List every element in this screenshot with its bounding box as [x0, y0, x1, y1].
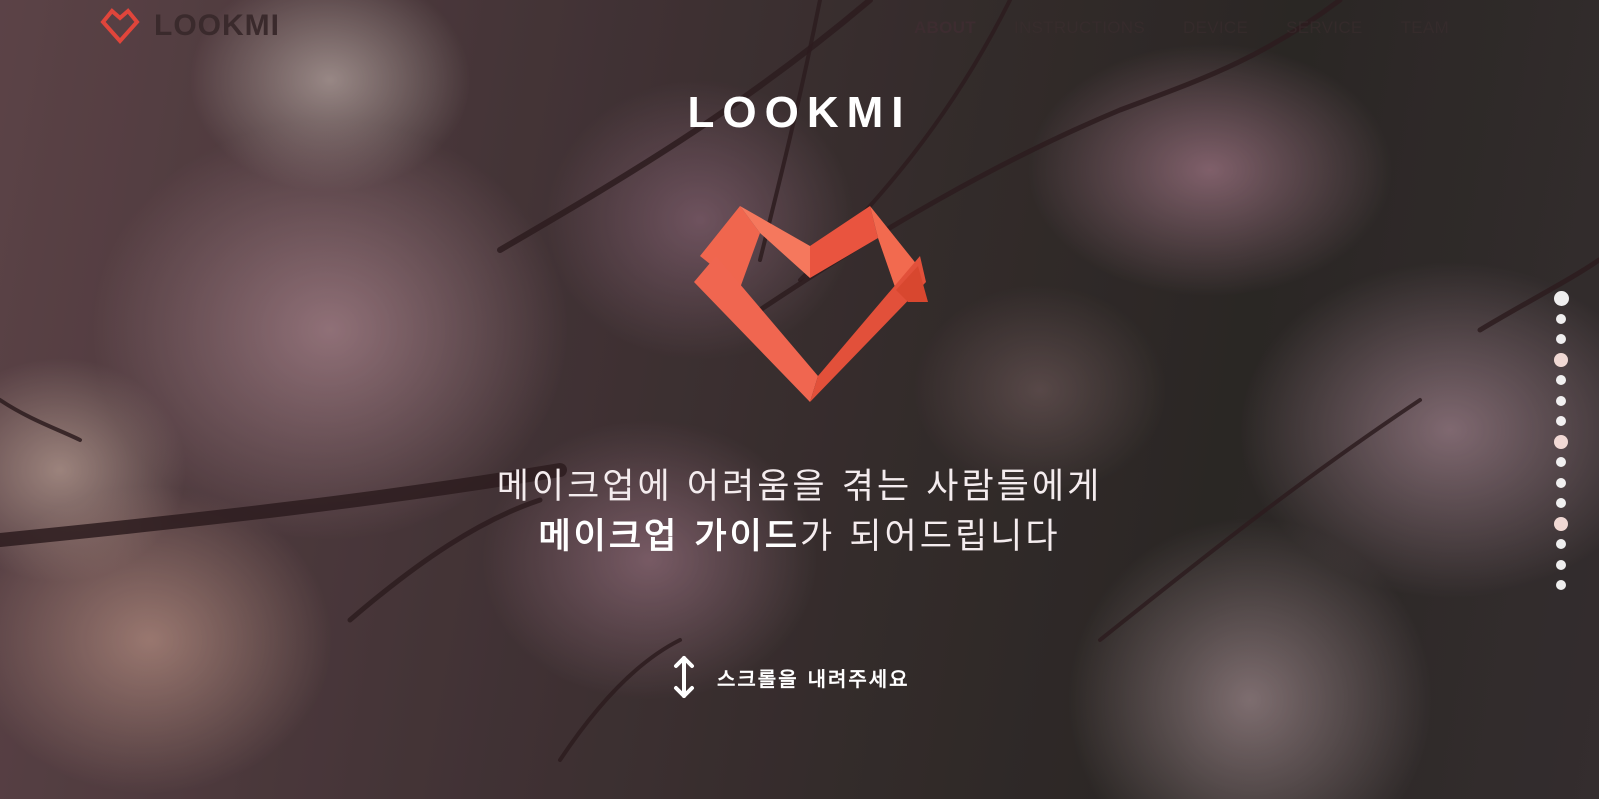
scroll-hint[interactable]: 스크롤을 내려주세요 — [673, 655, 910, 699]
section-dot[interactable] — [1556, 334, 1566, 344]
section-dot[interactable] — [1554, 434, 1568, 449]
heart-logo-icon — [694, 206, 928, 402]
hero-section: LOOKMI ABOUT INSTRUCTIONS DEVICE SERVICE… — [0, 0, 1599, 799]
section-dot[interactable] — [1556, 477, 1566, 488]
tagline-line-2: 메이크업 가이드가 되어드립니다 — [0, 512, 1599, 562]
main-nav: ABOUT INSTRUCTIONS DEVICE SERVICE TEAM — [914, 18, 1449, 38]
section-dot[interactable] — [1556, 375, 1566, 385]
section-dot[interactable] — [1556, 559, 1566, 570]
tagline-line-1: 메이크업에 어려움을 겪는 사람들에게 — [496, 467, 1103, 507]
section-dot[interactable] — [1556, 416, 1566, 426]
nav-item-about[interactable]: ABOUT — [914, 18, 976, 38]
hero-tagline: 메이크업에 어려움을 겪는 사람들에게 메이크업 가이드가 되어드립니다 — [0, 462, 1599, 562]
section-dot[interactable] — [1554, 516, 1568, 531]
brand-name: LOOKMI — [154, 9, 280, 42]
tagline-rest: 가 되어드립니다 — [800, 517, 1061, 557]
nav-item-instructions[interactable]: INSTRUCTIONS — [1014, 18, 1145, 38]
section-dot[interactable] — [1556, 539, 1566, 549]
section-dot[interactable] — [1556, 498, 1566, 508]
brand-link[interactable]: LOOKMI — [100, 8, 280, 44]
section-dot[interactable] — [1556, 457, 1566, 467]
top-navbar: LOOKMI ABOUT INSTRUCTIONS DEVICE SERVICE… — [0, 0, 1599, 58]
section-dot[interactable] — [1556, 313, 1566, 324]
section-dot[interactable] — [1554, 352, 1568, 367]
section-dot[interactable] — [1556, 580, 1566, 590]
vertical-arrow-icon — [674, 656, 694, 698]
heart-logo-icon — [100, 8, 140, 44]
hero-title: LOOKMI — [687, 88, 912, 137]
tagline-highlight: 메이크업 가이드 — [538, 517, 801, 557]
section-dot[interactable] — [1556, 395, 1566, 406]
section-dot[interactable] — [1553, 290, 1569, 306]
scroll-hint-label: 스크롤을 내려주세요 — [717, 666, 910, 691]
nav-item-device[interactable]: DEVICE — [1183, 18, 1248, 38]
nav-item-service[interactable]: SERVICE — [1286, 18, 1362, 38]
nav-item-team[interactable]: TEAM — [1401, 18, 1449, 38]
